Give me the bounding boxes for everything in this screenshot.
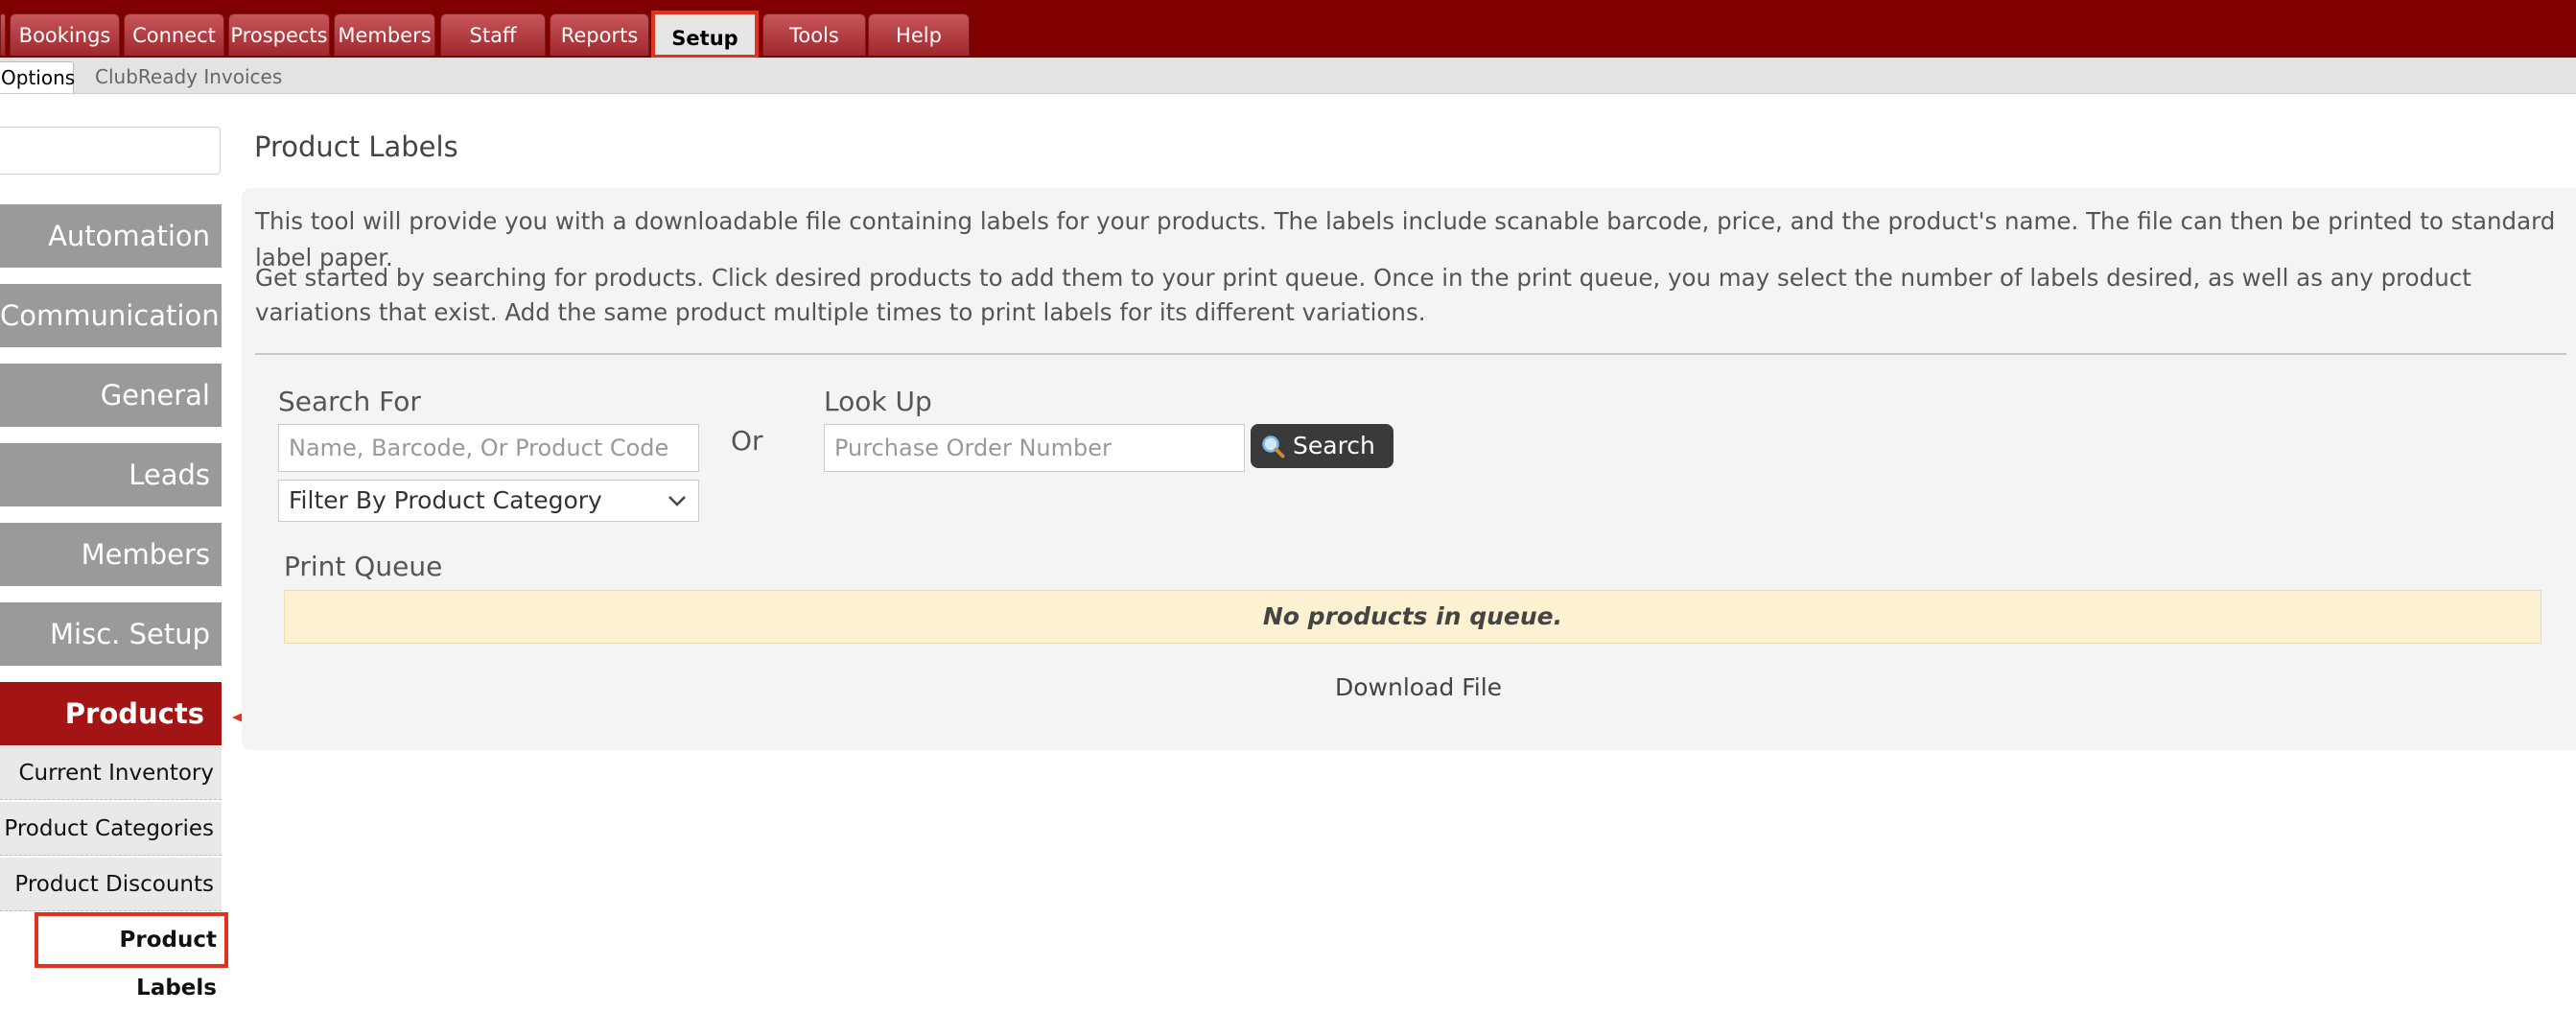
sidebar-item-product-discounts[interactable]: Product Discounts xyxy=(0,858,222,911)
nav-tab-bookings[interactable]: Bookings xyxy=(10,13,120,56)
sidebar-section-leads[interactable]: Leads xyxy=(0,443,222,506)
nav-tab-reports[interactable]: Reports xyxy=(550,13,649,56)
print-queue-empty-message: No products in queue. xyxy=(284,590,2541,644)
top-nav-bar: Bookings Connect Prospects Members Staff… xyxy=(0,0,2576,59)
sidebar-item-product-labels[interactable]: Product Labels xyxy=(35,912,228,1000)
nav-tab-partial[interactable] xyxy=(0,13,6,56)
sub-nav: Options ClubReady Invoices xyxy=(0,58,2576,94)
nav-tab-setup[interactable]: Setup xyxy=(651,11,759,59)
instructions-text: Get started by searching for products. C… xyxy=(255,264,2471,326)
search-button-label: Search xyxy=(1293,432,1375,459)
chevron-down-icon xyxy=(668,496,686,506)
sidebar-section-members[interactable]: Members xyxy=(0,523,222,586)
or-label: Or xyxy=(731,425,763,457)
sidebar-item-product-categories[interactable]: Product Categories xyxy=(0,802,222,856)
download-file-button[interactable]: Download File xyxy=(1335,673,1502,701)
sidebar-section-misc-setup[interactable]: Misc. Setup xyxy=(0,602,222,666)
search-icon xyxy=(1262,435,1285,459)
sidebar-section-general[interactable]: General xyxy=(0,364,222,427)
sidebar-section-products[interactable]: Products xyxy=(0,682,222,745)
sidebar-section-communication[interactable]: Communication xyxy=(0,284,222,347)
nav-tab-prospects[interactable]: Prospects xyxy=(228,13,330,56)
sidebar-search-input[interactable] xyxy=(0,127,221,175)
purchase-order-input[interactable]: Purchase Order Number xyxy=(824,424,1245,472)
page-title: Product Labels xyxy=(254,130,458,163)
search-for-label: Search For xyxy=(278,386,421,417)
sidebar-item-current-inventory[interactable]: Current Inventory xyxy=(0,746,222,800)
category-filter-select[interactable]: Filter By Product Category xyxy=(278,480,699,522)
category-filter-value: Filter By Product Category xyxy=(289,486,602,514)
sidebar-section-automation[interactable]: Automation xyxy=(0,204,222,268)
divider xyxy=(255,353,2566,355)
nav-tab-members[interactable]: Members xyxy=(334,13,435,56)
look-up-label: Look Up xyxy=(824,386,932,417)
subtab-options[interactable]: Options xyxy=(0,61,75,93)
nav-tab-tools[interactable]: Tools xyxy=(762,13,866,56)
subtab-clubready-invoices[interactable]: ClubReady Invoices xyxy=(95,61,282,93)
product-search-input[interactable]: Name, Barcode, Or Product Code xyxy=(278,424,699,472)
print-queue-label: Print Queue xyxy=(284,551,443,582)
nav-tab-help[interactable]: Help xyxy=(868,13,970,56)
search-button[interactable]: Search xyxy=(1251,424,1393,468)
nav-tab-staff[interactable]: Staff xyxy=(440,13,546,56)
nav-tab-connect[interactable]: Connect xyxy=(124,13,224,56)
